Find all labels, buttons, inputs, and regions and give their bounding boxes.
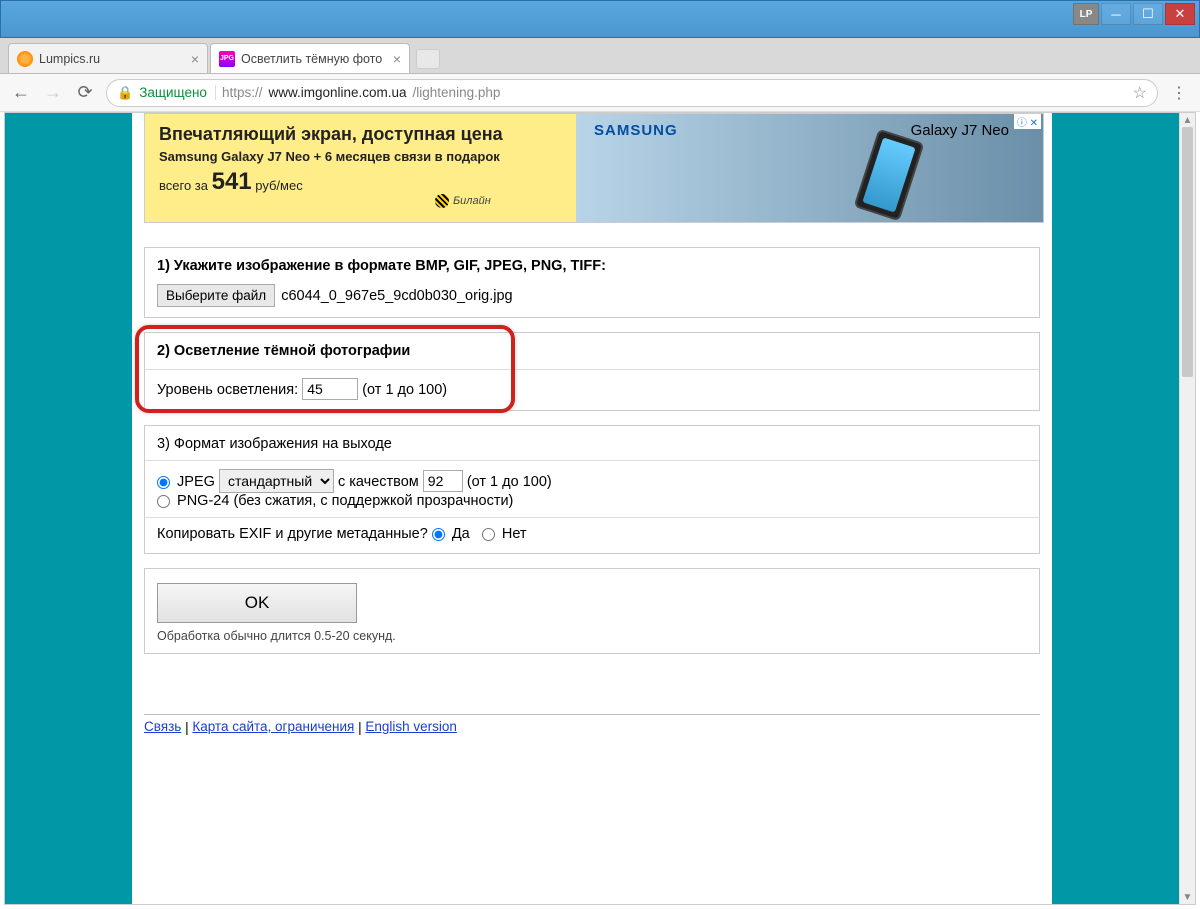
lightening-level-input[interactable] [302,378,358,400]
scroll-up-icon[interactable]: ▲ [1180,113,1195,127]
level-label: Уровень осветления: [157,382,298,398]
ok-button[interactable]: OK [157,583,357,623]
footer-link-contact[interactable]: Связь [144,719,181,734]
png-row: PNG-24 (без сжатия, с поддержкой прозрач… [157,493,1027,509]
jpeg-row: JPEG стандартный с качеством (от 1 до 10… [157,469,1027,493]
tab-title: Осветлить тёмную фото [241,52,387,66]
scrollbar-thumb[interactable] [1182,127,1193,377]
ad-banner[interactable]: Впечатляющий экран, доступная цена Samsu… [144,113,1044,223]
browser-menu-icon[interactable]: ⋮ [1168,83,1190,103]
forward-button: → [42,82,64,104]
tab-close-icon[interactable]: × [393,51,401,67]
quality-label: с качеством [338,474,423,490]
favicon-jpg: JPG [219,51,235,67]
new-tab-button[interactable] [416,49,440,69]
lp-badge: LP [1073,3,1099,25]
exif-yes-label: Да [452,527,470,543]
tab-close-icon[interactable]: × [191,51,199,67]
exif-label: Копировать EXIF и другие метаданные? [157,527,432,543]
png-label: PNG-24 (без сжатия, с поддержкой прозрач… [177,493,513,509]
step3-title: 3) Формат изображения на выходе [157,436,392,452]
maximize-button[interactable]: ☐ [1133,3,1163,25]
url-host: www.imgonline.com.ua [268,85,406,100]
ad-carrier: Билайн [435,194,491,208]
jpeg-subsampling-select[interactable]: стандартный [219,469,334,493]
lock-icon: 🔒 [117,85,133,101]
url-path: /lightening.php [413,85,501,100]
url-protocol: https:// [222,85,263,100]
chosen-filename: c6044_0_967e5_9cd0b030_orig.jpg [281,288,512,304]
quality-hint: (от 1 до 100) [467,474,552,490]
section-step2: 2) Осветление тёмной фотографии Уровень … [144,332,1040,411]
bookmark-star-icon[interactable]: ☆ [1133,83,1147,103]
url-box[interactable]: 🔒 Защищено https:// www.imgonline.com.ua /… [106,79,1158,107]
secure-label: Защищено [139,85,216,100]
choose-file-button[interactable]: Выберите файл [157,284,275,307]
level-hint: (от 1 до 100) [362,382,447,398]
favicon-lumpics [17,51,33,67]
window-titlebar: LP ─ ☐ ✕ [0,0,1200,38]
step2-title: 2) Осветление тёмной фотографии [157,343,1027,359]
address-bar: ← → ⟳ 🔒 Защищено https:// www.imgonline.c… [0,74,1200,112]
tab-lumpics[interactable]: Lumpics.ru × [8,43,208,73]
beeline-icon [435,194,449,208]
radio-exif-yes[interactable] [432,528,445,541]
section-step1: 1) Укажите изображение в формате BMP, GI… [144,247,1040,318]
jpeg-label: JPEG [177,474,215,490]
reload-button[interactable]: ⟳ [74,82,96,104]
page-background: Впечатляющий экран, доступная цена Samsu… [5,113,1179,904]
minimize-button[interactable]: ─ [1101,3,1131,25]
footer-link-sitemap[interactable]: Карта сайта, ограничения [192,719,354,734]
section-submit: OK Обработка обычно длится 0.5-20 секунд… [144,568,1040,654]
page-content: Впечатляющий экран, доступная цена Samsu… [132,113,1052,904]
exif-no-label: Нет [502,527,527,543]
radio-jpeg[interactable] [157,476,170,489]
ad-brand: SAMSUNG [594,122,678,139]
section-step3: 3) Формат изображения на выходе JPEG ста… [144,425,1040,554]
tab-bar: Lumpics.ru × JPG Осветлить тёмную фото × [0,38,1200,74]
adchoices-icon[interactable]: ⓘ ✕ [1014,114,1041,129]
footer-link-english[interactable]: English version [365,719,457,734]
tab-imgonline[interactable]: JPG Осветлить тёмную фото × [210,43,410,73]
window-close-button[interactable]: ✕ [1165,3,1195,25]
tab-title: Lumpics.ru [39,52,185,66]
footer: Связь | Карта сайта, ограничения | Engli… [144,714,1040,735]
processing-note: Обработка обычно длится 0.5-20 секунд. [157,629,1027,643]
exif-row: Копировать EXIF и другие метаданные? Да … [157,526,1027,542]
browser-window: LP ─ ☐ ✕ Lumpics.ru × JPG Осветлить тёмн… [0,0,1200,909]
ad-model: Galaxy J7 Neo [911,122,1009,139]
scroll-down-icon[interactable]: ▼ [1180,890,1195,904]
radio-png[interactable] [157,495,170,508]
radio-exif-no[interactable] [482,528,495,541]
back-button[interactable]: ← [10,82,32,104]
jpeg-quality-input[interactable] [423,470,463,492]
viewport: Впечатляющий экран, доступная цена Samsu… [4,112,1196,905]
vertical-scrollbar[interactable]: ▲ ▼ [1179,113,1195,904]
step1-title: 1) Укажите изображение в формате BMP, GI… [157,258,1027,274]
